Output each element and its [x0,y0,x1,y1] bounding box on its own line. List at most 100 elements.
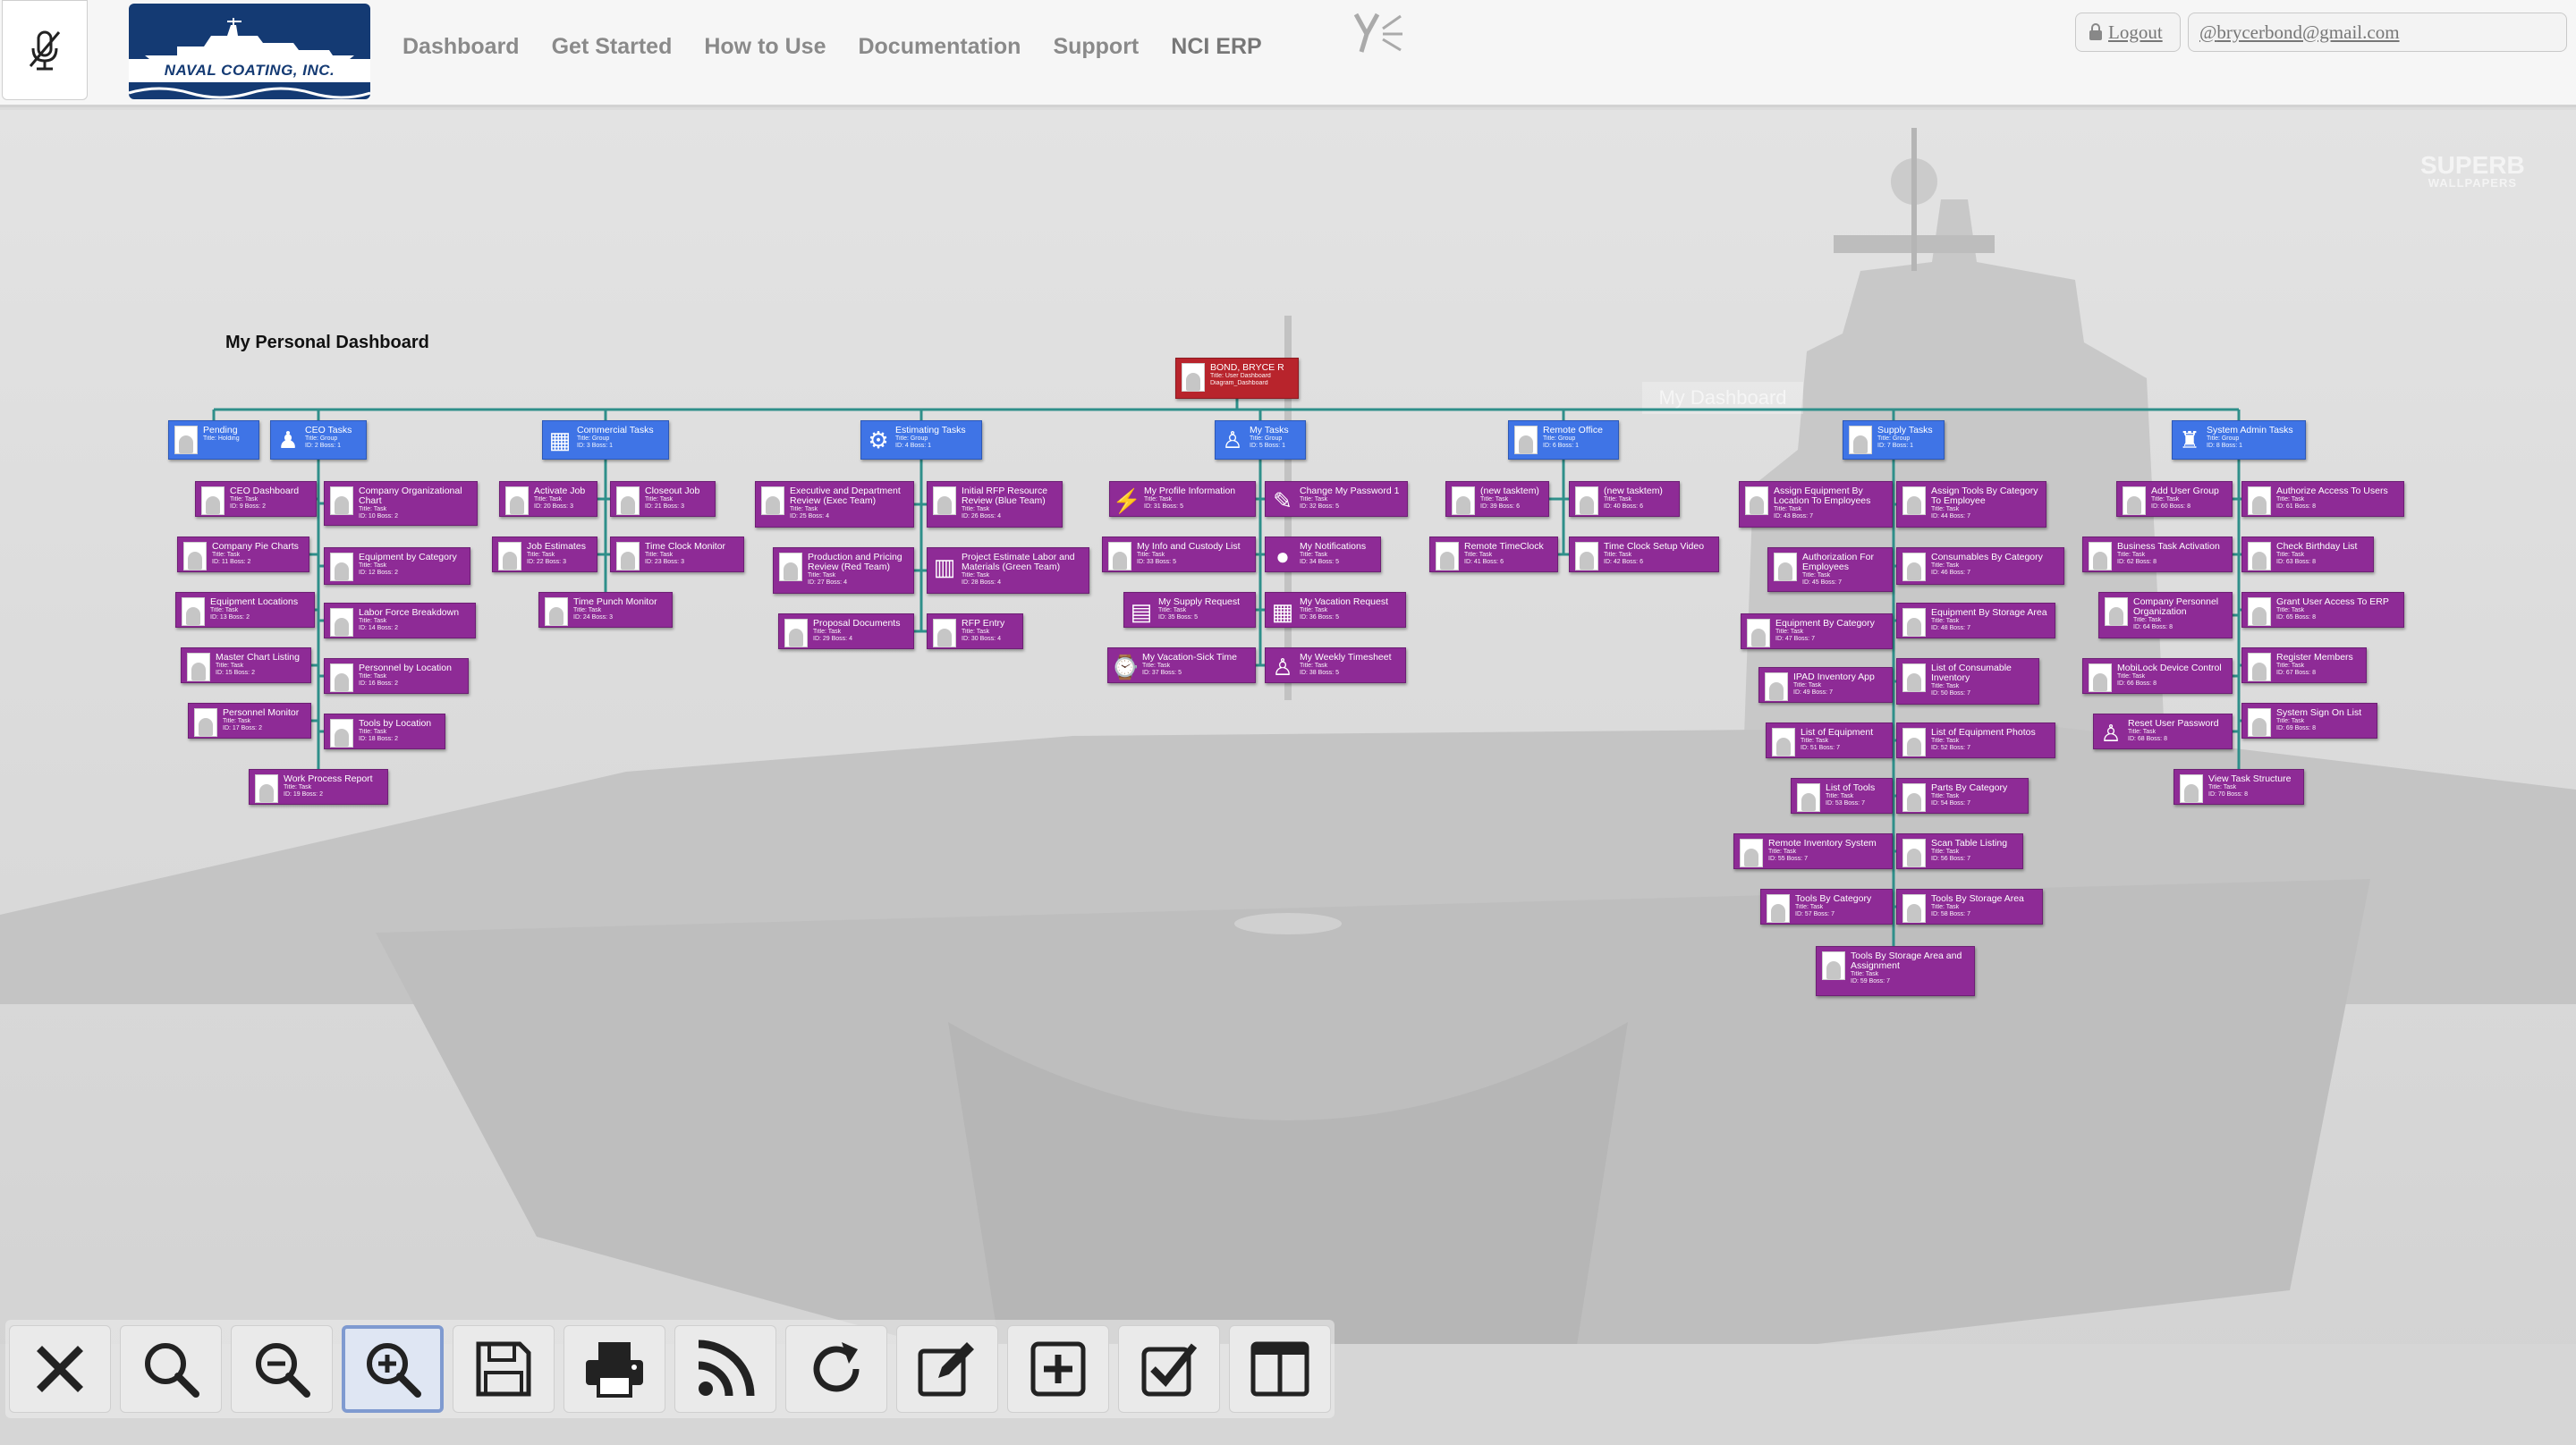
nav-nci-erp[interactable]: NCI ERP [1171,34,1261,60]
task-node-change-my-password-1[interactable]: ✎ Change My Password 1 Title: Task ID: 32 B… [1265,481,1408,517]
nav-documentation[interactable]: Documentation [858,34,1021,60]
task-node-project-estimate-labor-and-materials-green-team[interactable]: ▥ Project Estimate Labor and Materials (G… [927,547,1089,594]
task-node-executive-and-department-review-exec-team[interactable]: Executive and Department Review (Exec Te… [755,481,914,528]
task-node-ipad-inventory-app[interactable]: IPAD Inventory App Title: Task ID: 49 Boss… [1758,667,1893,703]
node-name: Time Clock Monitor [645,541,726,552]
task-node-initial-rfp-resource-review-blue-team[interactable]: Initial RFP Resource Review (Blue Team) T… [927,481,1063,528]
nav-support[interactable]: Support [1053,34,1139,60]
task-node-tools-by-storage-area[interactable]: Tools By Storage Area Title: Task ID: 58 B… [1896,889,2043,925]
root-node-bond-bryce-r[interactable]: BOND, BRYCE R Title: User Dashboard Diagra… [1175,358,1299,399]
task-node-equipment-locations[interactable]: Equipment Locations Title: Task ID: 13 Bos… [175,592,315,628]
task-node-equipment-by-storage-area[interactable]: Equipment By Storage Area Title: Task ID: … [1896,603,2055,638]
yf-logo-icon[interactable] [1352,7,1406,57]
task-node-business-task-activation[interactable]: Business Task Activation Title: Task ID: 6… [2082,537,2233,572]
task-node-reset-user-password[interactable]: ♙ Reset User Password Title: Task ID: 68 Bo… [2093,714,2233,749]
task-node-grant-user-access-to-erp[interactable]: Grant User Access To ERP Title: Task ID: 6… [2241,592,2404,628]
task-node-work-process-report[interactable]: Work Process Report Title: Task ID: 19 Bos… [249,769,388,805]
task-node-tools-by-category[interactable]: Tools By Category Title: Task ID: 57 Boss:… [1760,889,1893,925]
avatar-placeholder-icon [194,708,217,737]
task-node-system-sign-on-list[interactable]: System Sign On List Title: Task ID: 69 Bos… [2241,703,2377,739]
task-node-time-punch-monitor[interactable]: Time Punch Monitor Title: Task ID: 24 Boss… [538,592,673,628]
task-node-authorization-for-employees[interactable]: Authorization For Employees Title: Task ID… [1767,547,1893,592]
task-node-personnel-by-location[interactable]: Personnel by Location Title: Task ID: 16 B… [324,658,469,694]
task-node-labor-force-breakdown[interactable]: Labor Force Breakdown Title: Task ID: 14 B… [324,603,476,638]
group-node-supply-tasks[interactable]: Supply Tasks Title: Group ID: 7 Boss: 1 [1843,420,1945,460]
group-node-remote-office[interactable]: Remote Office Title: Group ID: 6 Boss: 1 [1508,420,1619,460]
task-node-proposal-documents[interactable]: Proposal Documents Title: Task ID: 29 Boss… [778,613,914,649]
task-node-view-task-structure[interactable]: View Task Structure Title: Task ID: 70 Bos… [2174,769,2304,805]
save-button[interactable] [453,1325,555,1413]
task-node-tools-by-location[interactable]: Tools by Location Title: Task ID: 18 Boss:… [324,714,445,749]
node-meta: Title: Group [577,435,610,442]
task-node-closeout-job[interactable]: Closeout Job Title: Task ID: 21 Boss: 3 [610,481,716,517]
task-node-remote-inventory-system[interactable]: Remote Inventory System Title: Task ID: 55… [1733,833,1893,869]
group-node-commercial-tasks[interactable]: ▦ Commercial Tasks Title: Group ID: 3 Boss:… [542,420,669,460]
zoom-in-button[interactable] [342,1325,444,1413]
lock-icon [2089,23,2102,40]
task-node-production-and-pricing-review-red-team[interactable]: Production and Pricing Review (Red Team)… [773,547,914,594]
task-node-company-pie-charts[interactable]: Company Pie Charts Title: Task ID: 11 Boss… [177,537,309,572]
close-button[interactable] [9,1325,111,1413]
nav-dashboard[interactable]: Dashboard [402,34,520,60]
task-node-add-user-group[interactable]: Add User Group Title: Task ID: 60 Boss: 8 [2116,481,2233,517]
task-node-job-estimates[interactable]: Job Estimates Title: Task ID: 22 Boss: 3 [492,537,597,572]
task-node-assign-tools-by-category-to-employee[interactable]: Assign Tools By Category To Employee Titl… [1896,481,2046,528]
microphone-toggle-button[interactable] [2,0,88,100]
task-node-my-weekly-timesheet[interactable]: ♙ My Weekly Timesheet Title: Task ID: 38 Bo… [1265,647,1406,683]
group-node-my-tasks[interactable]: ♙ My Tasks Title: Group ID: 5 Boss: 1 [1215,420,1306,460]
nav-get-started[interactable]: Get Started [552,34,673,60]
task-node-list-of-equipment[interactable]: List of Equipment Title: Task ID: 51 Boss:… [1766,722,1893,758]
task-node-ceo-dashboard[interactable]: CEO Dashboard Title: Task ID: 9 Boss: 2 [195,481,317,517]
edit-button[interactable] [896,1325,998,1413]
task-node-equipment-by-category[interactable]: Equipment by Category Title: Task ID: 12 B… [324,547,470,585]
task-node-tools-by-storage-area-and-assignment[interactable]: Tools By Storage Area and Assignment Titl… [1816,946,1975,996]
node-meta: ID: 23 Boss: 3 [645,559,684,565]
task-node-company-personnel-organization[interactable]: Company Personnel Organization Title: Tas… [2098,592,2233,638]
company-logo[interactable]: NAVAL COATING, INC. [129,4,370,99]
task-node-equipment-by-category[interactable]: Equipment By Category Title: Task ID: 47 B… [1741,613,1893,649]
group-node-pending[interactable]: Pending Title: Holding [168,420,259,460]
checkbox-button[interactable] [1118,1325,1220,1413]
task-node-my-info-and-custody-list[interactable]: My Info and Custody List Title: Task ID: 3… [1102,537,1256,572]
user-email-link[interactable]: @ brycerbond@gmail.com [2188,13,2567,52]
task-node-my-vacation-request[interactable]: ▦ My Vacation Request Title: Task ID: 36 Bo… [1265,592,1406,628]
task-node-list-of-tools[interactable]: List of Tools Title: Task ID: 53 Boss: 7 [1791,778,1893,814]
group-node-ceo-tasks[interactable]: ♟ CEO Tasks Title: Group ID: 2 Boss: 1 [270,420,367,460]
layout-button[interactable] [1229,1325,1331,1413]
task-node-remote-timeclock[interactable]: Remote TimeClock Title: Task ID: 41 Boss: … [1429,537,1558,572]
avatar-placeholder-icon [1747,619,1770,647]
task-node-my-supply-request[interactable]: ▤ My Supply Request Title: Task ID: 35 Boss… [1123,592,1256,628]
task-node-list-of-consumable-inventory[interactable]: List of Consumable Inventory Title: Task I… [1896,658,2039,705]
task-node-mobilock-device-control[interactable]: MobiLock Device Control Title: Task ID: 66… [2082,658,2233,694]
task-node-parts-by-category[interactable]: Parts By Category Title: Task ID: 54 Boss:… [1896,778,2029,814]
task-node-master-chart-listing[interactable]: Master Chart Listing Title: Task ID: 15 Bo… [181,647,311,683]
nav-how-to-use[interactable]: How to Use [704,34,826,60]
task-node-register-members[interactable]: Register Members Title: Task ID: 67 Boss: … [2241,647,2367,683]
task-node-new-tasktem[interactable]: (new tasktem) Title: Task ID: 40 Boss: 6 [1569,481,1680,517]
task-node-consumables-by-category[interactable]: Consumables By Category Title: Task ID: 46… [1896,547,2064,585]
rss-button[interactable] [674,1325,776,1413]
task-node-rfp-entry[interactable]: RFP Entry Title: Task ID: 30 Boss: 4 [927,613,1023,649]
search-button[interactable] [120,1325,222,1413]
task-node-check-birthday-list[interactable]: Check Birthday List Title: Task ID: 63 Bos… [2241,537,2374,572]
task-node-scan-table-listing[interactable]: Scan Table Listing Title: Task ID: 56 Boss… [1896,833,2023,869]
task-node-personnel-monitor[interactable]: Personnel Monitor Title: Task ID: 17 Boss:… [188,703,311,739]
task-node-my-profile-information[interactable]: ⚡ My Profile InformationTitle: TaskID: 31… [1109,481,1256,517]
group-node-system-admin-tasks[interactable]: ♜ System Admin Tasks Title: Group ID: 8 Bos… [2172,420,2306,460]
task-node-new-tasktem[interactable]: (new tasktem) Title: Task ID: 39 Boss: 6 [1445,481,1549,517]
refresh-button[interactable] [785,1325,887,1413]
task-node-my-notifications[interactable]: ● My Notifications Title: Task ID: 34 Boss:… [1265,537,1381,572]
task-node-authorize-access-to-users[interactable]: Authorize Access To Users Title: Task ID: … [2241,481,2404,517]
print-button[interactable] [564,1325,665,1413]
zoom-out-button[interactable] [231,1325,333,1413]
add-button[interactable] [1007,1325,1109,1413]
group-node-estimating-tasks[interactable]: ⚙ Estimating Tasks Title: Group ID: 4 Boss:… [860,420,982,460]
task-node-time-clock-setup-video[interactable]: Time Clock Setup Video Title: Task ID: 42 … [1569,537,1719,572]
task-node-company-organizational-chart[interactable]: Company Organizational Chart Title: Task I… [324,481,478,526]
task-node-assign-equipment-by-location-to-employees[interactable]: Assign Equipment By Location To Employee… [1739,481,1893,528]
task-node-list-of-equipment-photos[interactable]: List of Equipment Photos Title: Task ID: 5… [1896,722,2055,758]
task-node-my-vacation-sick-time[interactable]: ⌚ My Vacation-Sick TimeTitle: TaskID: 37 … [1107,647,1256,683]
logout-button[interactable]: Logout [2075,13,2181,52]
task-node-time-clock-monitor[interactable]: Time Clock Monitor Title: Task ID: 23 Boss… [610,537,744,572]
task-node-activate-job[interactable]: Activate Job Title: Task ID: 20 Boss: 3 [499,481,597,517]
